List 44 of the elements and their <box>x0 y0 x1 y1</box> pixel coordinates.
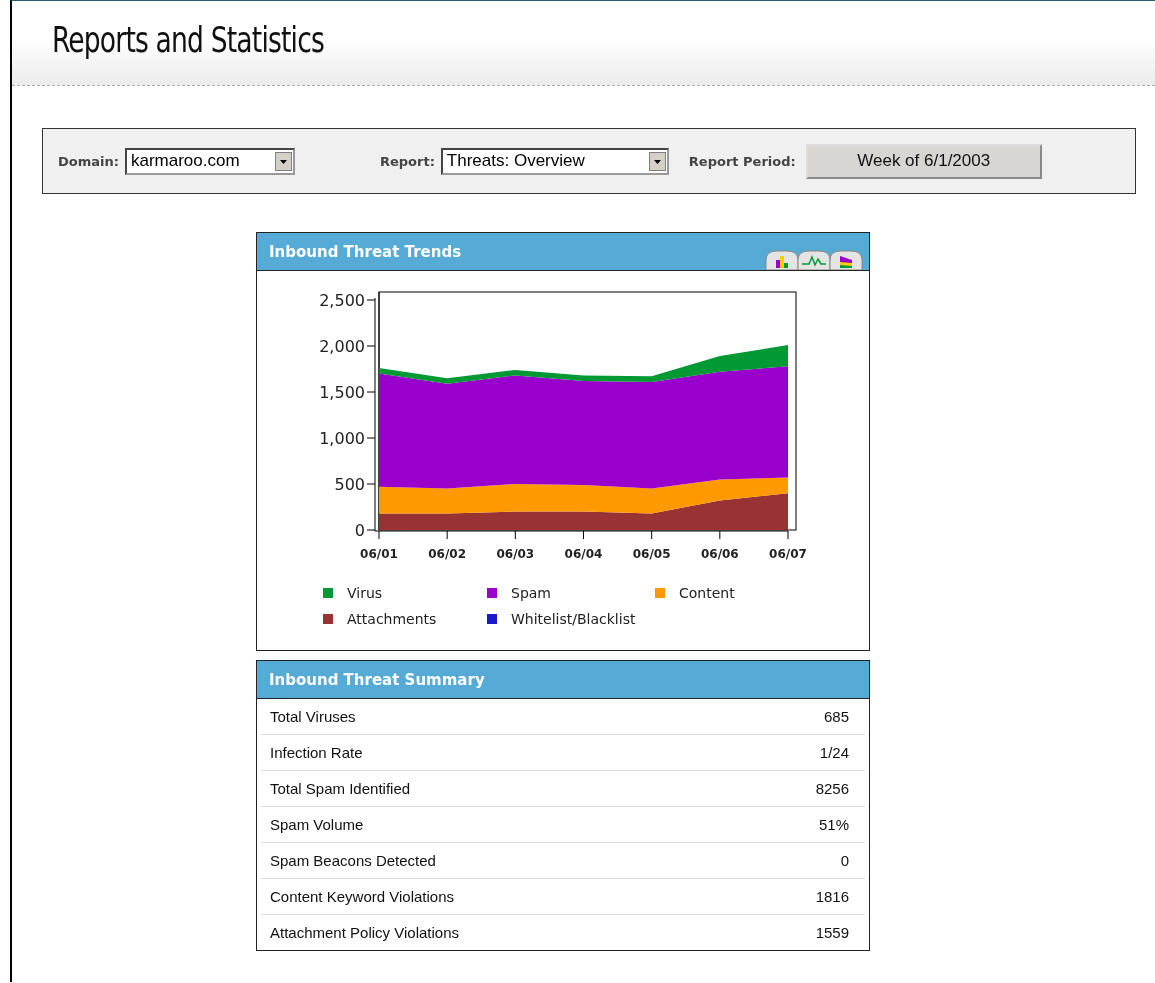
y-tick-label: 0 <box>354 521 365 540</box>
report-period-label: Report Period: <box>688 153 796 169</box>
y-tick-label: 2,000 <box>319 337 365 356</box>
y-tick-label: 1,500 <box>319 383 365 402</box>
y-tick-label: 1,000 <box>319 429 365 448</box>
y-tick-label: 500 <box>334 475 365 494</box>
summary-value: 685 <box>823 708 849 725</box>
summary-label: Infection Rate <box>270 744 363 761</box>
legend-label: Spam <box>511 585 551 601</box>
x-tick-label: 06/06 <box>700 547 739 561</box>
summary-value: 1/24 <box>819 744 849 761</box>
x-tick-label: 06/02 <box>428 547 467 561</box>
report-dropdown[interactable]: Threats: Overview <box>440 147 669 175</box>
summary-value: 8256 <box>815 780 849 797</box>
legend-label: Whitelist/Blacklist <box>511 611 636 627</box>
summary-value: 0 <box>840 852 849 869</box>
line-chart-icon[interactable] <box>797 250 831 270</box>
domain-dropdown[interactable]: karmaroo.com <box>124 147 295 175</box>
summary-label: Spam Beacons Detected <box>270 852 436 869</box>
summary-label: Spam Volume <box>270 816 364 833</box>
summary-value: 51% <box>818 816 849 833</box>
summary-label: Content Keyword Violations <box>270 888 454 905</box>
legend-label: Attachments <box>347 611 437 627</box>
x-tick-label: 06/05 <box>632 547 671 561</box>
x-tick-label: 06/07 <box>769 547 807 561</box>
report-label: Report: <box>379 153 435 169</box>
panel-title: Inbound Threat Trends <box>269 242 462 261</box>
summary-value: 1816 <box>815 888 849 905</box>
summary-value: 1559 <box>815 924 849 941</box>
x-tick-label: 06/03 <box>496 547 535 561</box>
bar-chart-icon[interactable] <box>765 250 799 270</box>
summary-label: Total Spam Identified <box>270 780 411 797</box>
domain-label: Domain: <box>58 153 119 169</box>
summary-label: Total Viruses <box>270 708 356 725</box>
x-tick-label: 06/01 <box>360 547 398 561</box>
legend-label: Content <box>679 585 735 601</box>
panel-title: Inbound Threat Summary <box>269 670 485 689</box>
legend-label: Virus <box>347 585 383 601</box>
area-chart-icon[interactable] <box>829 250 863 270</box>
y-tick-label: 2,500 <box>319 291 365 310</box>
page-title: Reports and Statistics <box>52 18 325 60</box>
x-tick-label: 06/04 <box>564 547 603 561</box>
summary-label: Attachment Policy Violations <box>270 924 459 941</box>
report-period-button[interactable]: Week of 6/1/2003 <box>805 143 1042 179</box>
